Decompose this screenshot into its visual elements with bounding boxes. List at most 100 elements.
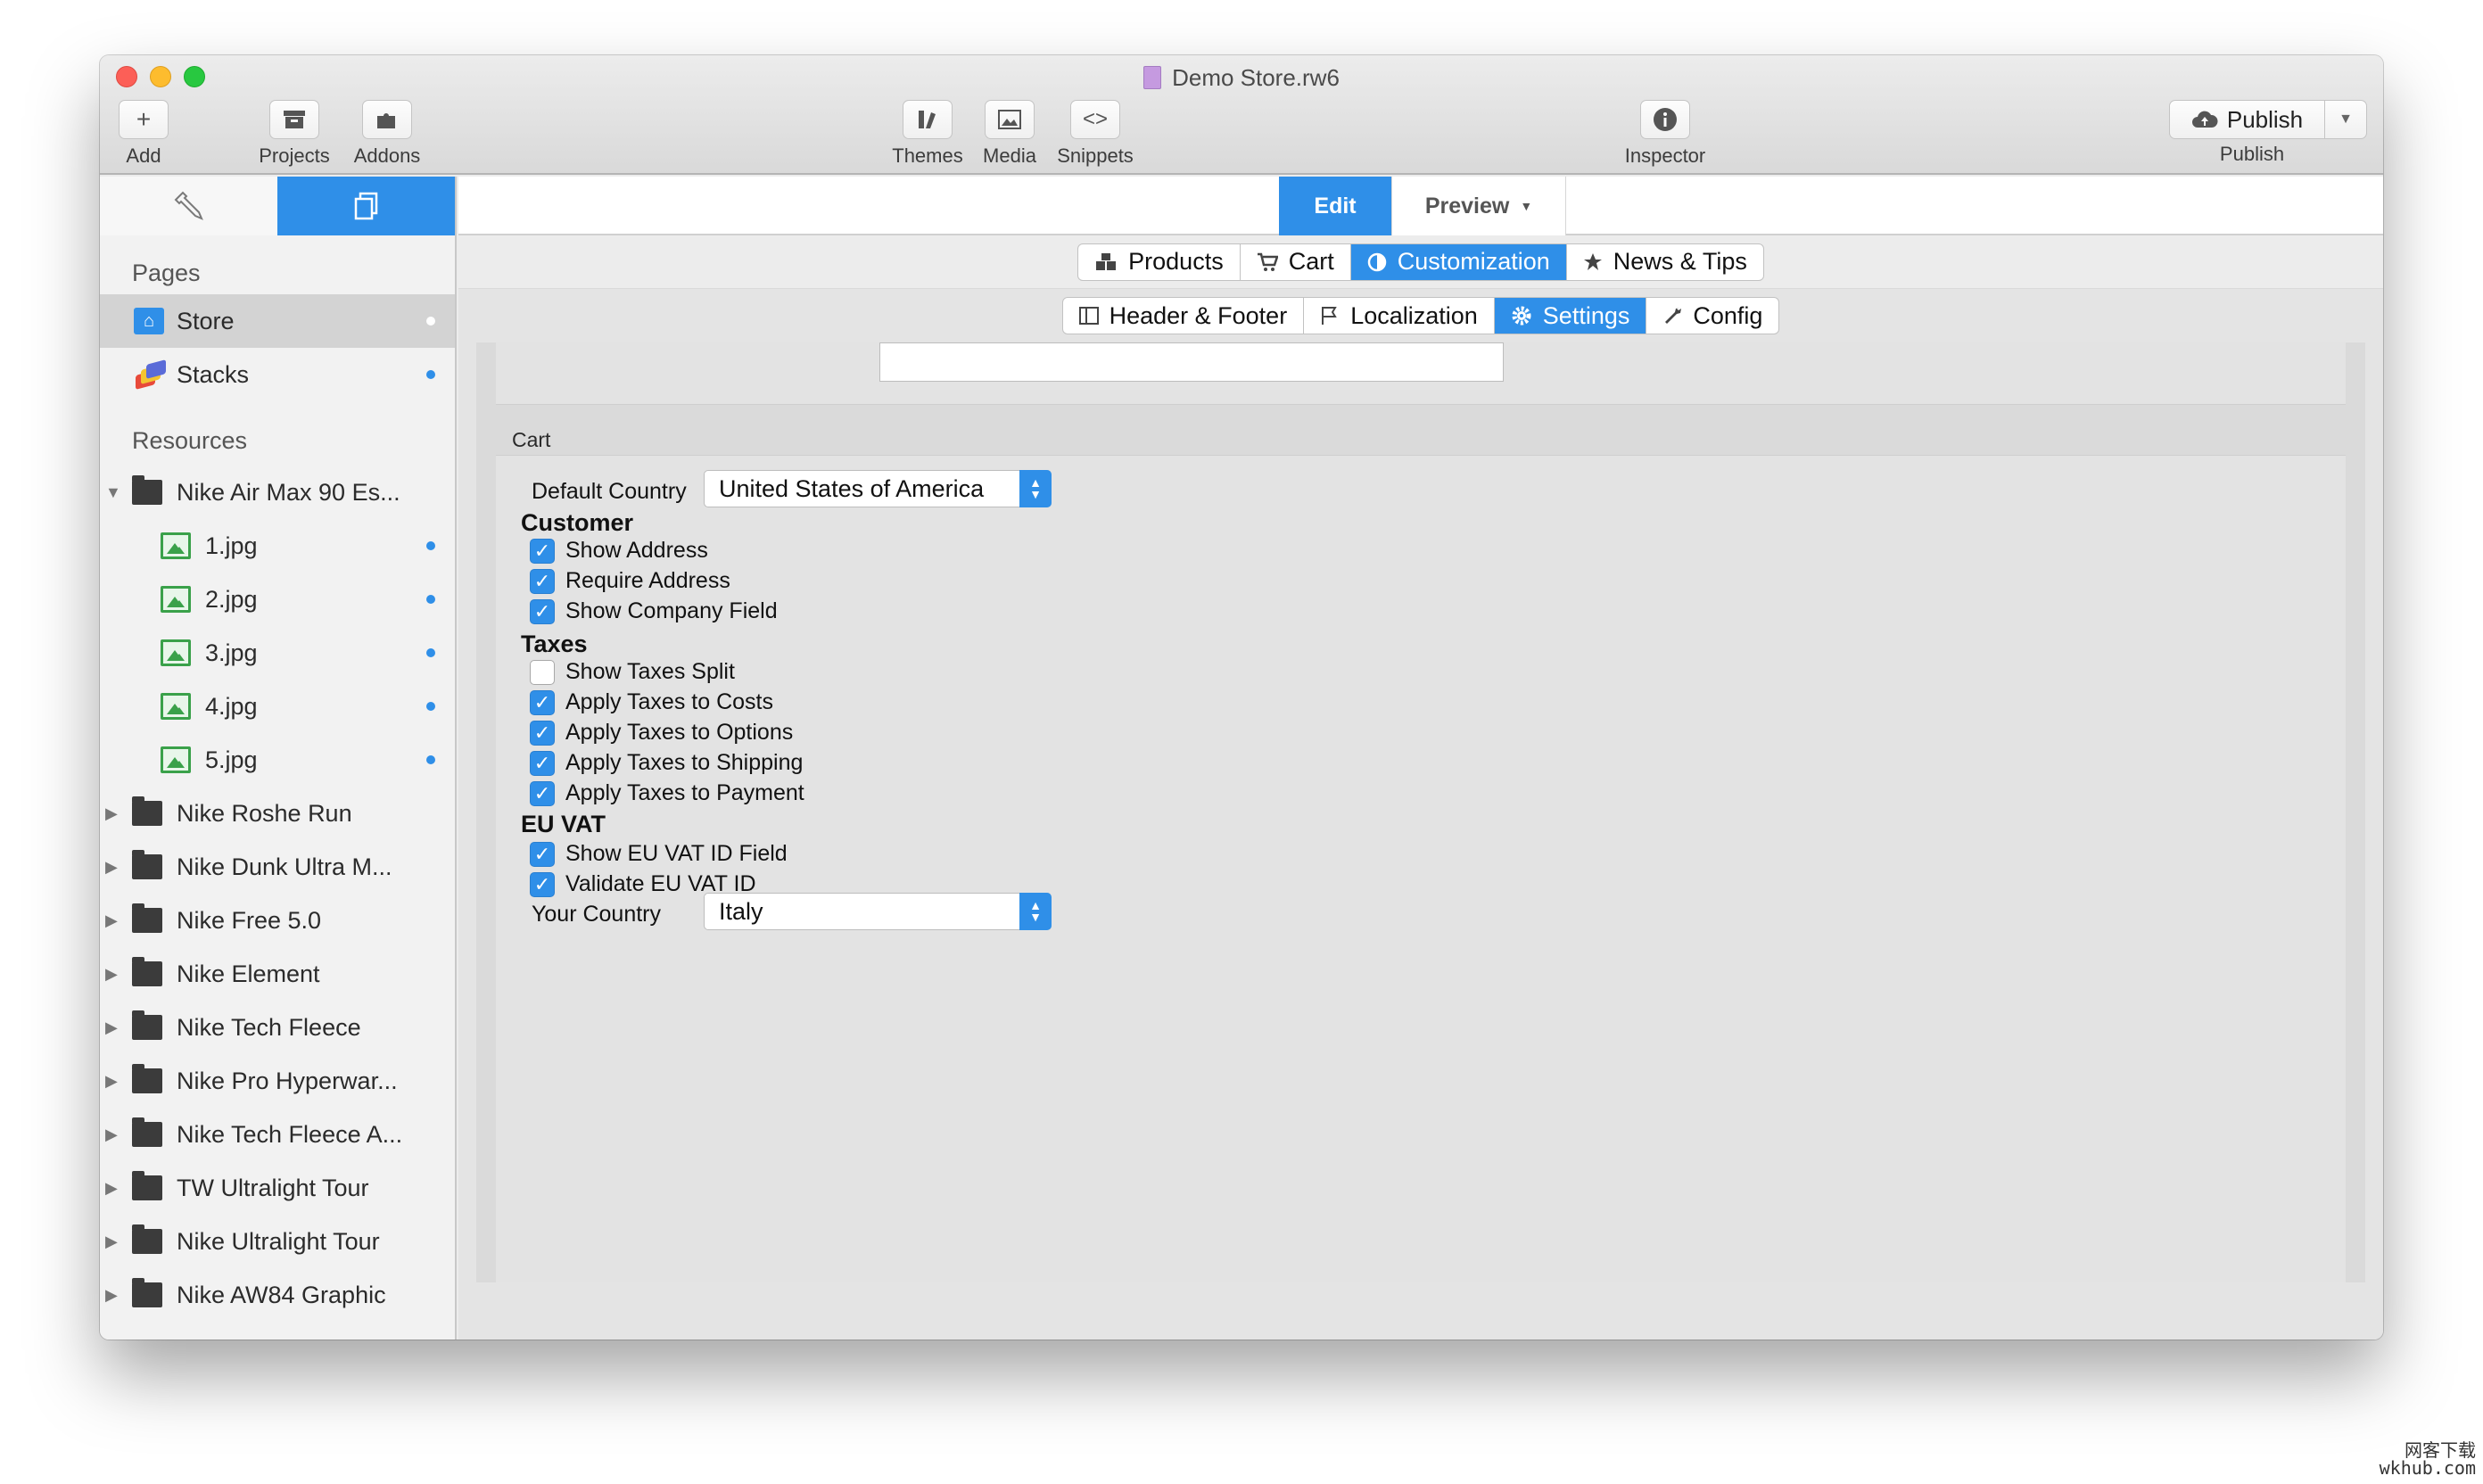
taxes-heading: Taxes — [521, 631, 588, 657]
resource-folder[interactable]: ▶ Nike Tech Fleece — [100, 1001, 455, 1054]
apply-taxes-payment-checkbox[interactable]: ✓ Apply Taxes to Payment — [530, 780, 804, 806]
disclosure-open-icon[interactable]: ▼ — [105, 483, 121, 502]
archive-icon — [269, 100, 319, 139]
preview-mode-button[interactable]: Preview ▼ — [1391, 177, 1566, 235]
tab-products[interactable]: Products — [1078, 243, 1241, 280]
resource-file[interactable]: 4.jpg — [100, 680, 455, 733]
apply-taxes-options-checkbox[interactable]: ✓ Apply Taxes to Options — [530, 720, 793, 746]
eu-vat-heading: EU VAT — [521, 811, 606, 837]
folder-icon — [132, 850, 162, 879]
page-item-stacks[interactable]: Stacks — [100, 348, 455, 401]
flag-icon — [1320, 306, 1340, 326]
window-title: Demo Store.rw6 — [100, 64, 2383, 92]
resource-label: 5.jpg — [205, 746, 258, 773]
disclosure-closed-icon[interactable]: ▶ — [105, 804, 118, 823]
show-eu-vat-field-checkbox[interactable]: ✓ Show EU VAT ID Field — [530, 841, 788, 867]
tab-pages[interactable] — [277, 177, 455, 235]
document-icon — [1143, 66, 1162, 89]
page-item-store[interactable]: ⌂ Store — [100, 294, 455, 348]
publish-button[interactable]: Publish ▼ — [2169, 100, 2367, 139]
checkmark-icon: ✓ — [530, 780, 555, 806]
tab-cart[interactable]: Cart — [1241, 243, 1351, 280]
resource-file[interactable]: 2.jpg — [100, 573, 455, 626]
resource-folder[interactable]: ▶ Nike Roshe Run — [100, 787, 455, 840]
disclosure-closed-icon[interactable]: ▶ — [105, 1233, 118, 1251]
resource-file[interactable]: 5.jpg — [100, 733, 455, 787]
disclosure-closed-icon[interactable]: ▶ — [105, 1072, 118, 1091]
tab-localization[interactable]: Localization — [1304, 298, 1495, 334]
resource-folder[interactable]: ▼ Nike Air Max 90 Es... — [100, 466, 455, 519]
projects-button[interactable]: Projects — [250, 100, 339, 168]
addons-button[interactable]: Addons — [342, 100, 432, 168]
disclosure-closed-icon[interactable]: ▶ — [105, 1125, 118, 1144]
resource-folder[interactable]: ▶ Nike Dunk Ultra M... — [100, 840, 455, 894]
previous-panel — [496, 342, 2346, 405]
tab-config[interactable]: Config — [1646, 298, 1778, 334]
checkmark-icon: ✓ — [530, 538, 555, 564]
add-button[interactable]: + Add — [112, 100, 175, 168]
stacks-icon — [134, 359, 166, 390]
resource-label: 4.jpg — [205, 692, 258, 720]
app-window: Demo Store.rw6 + Add Projects Addons The… — [100, 55, 2383, 1340]
folder-icon — [132, 1224, 162, 1254]
published-indicator — [426, 317, 435, 326]
disclosure-closed-icon[interactable]: ▶ — [105, 1018, 118, 1037]
media-button[interactable]: Media — [972, 100, 1047, 168]
mode-bar: Edit Preview ▼ — [458, 177, 2383, 235]
edit-mode-button[interactable]: Edit — [1279, 177, 1391, 235]
publish-main[interactable]: Publish — [2170, 101, 2325, 138]
tab-header-footer[interactable]: Header & Footer — [1063, 298, 1305, 334]
resource-label: Nike Dunk Ultra M... — [177, 853, 392, 880]
default-country-select[interactable]: United States of America ▲ ▼ — [704, 470, 1052, 507]
tab-site-setup[interactable] — [100, 177, 277, 235]
resource-label: 2.jpg — [205, 585, 258, 613]
themes-button[interactable]: Themes — [885, 100, 970, 168]
show-taxes-split-checkbox[interactable]: Show Taxes Split — [530, 659, 735, 685]
resource-label: Nike Tech Fleece A... — [177, 1120, 403, 1148]
contrast-icon — [1367, 252, 1387, 272]
require-address-checkbox[interactable]: ✓ Require Address — [530, 568, 730, 594]
resource-label: Nike Tech Fleece — [177, 1013, 361, 1041]
image-file-icon — [161, 693, 191, 720]
checkmark-icon: ✓ — [530, 871, 555, 897]
folder-icon — [132, 475, 162, 505]
secondary-tabs-row: Header & Footer Localization Settings Confi… — [458, 289, 2383, 342]
resource-folder[interactable]: ▶ Nike AW84 Graphic — [100, 1268, 455, 1322]
resource-folder[interactable]: ▶ TW Ultralight Tour — [100, 1161, 455, 1215]
cart-icon — [1257, 252, 1278, 272]
tab-customization[interactable]: Customization — [1350, 243, 1567, 280]
resource-file[interactable]: 3.jpg — [100, 626, 455, 680]
resource-folder[interactable]: ▶ Nike Ultralight Tour — [100, 1215, 455, 1268]
cart-section-label: Cart — [512, 428, 551, 451]
inspector-button[interactable]: Inspector — [1605, 100, 1725, 168]
folder-icon — [132, 903, 162, 933]
disclosure-closed-icon[interactable]: ▶ — [105, 911, 118, 930]
resource-folder[interactable]: ▶ Nike Element — [100, 947, 455, 1001]
resource-folder[interactable]: ▶ Nike Pro Hyperwar... — [100, 1054, 455, 1108]
snippets-button[interactable]: <> Snippets — [1049, 100, 1142, 168]
resource-file[interactable]: 1.jpg — [100, 519, 455, 573]
resources-list: ▼ Nike Air Max 90 Es... 1.jpg 2.jpg 3.jpg 4.j… — [100, 466, 455, 1322]
apply-taxes-shipping-checkbox[interactable]: ✓ Apply Taxes to Shipping — [530, 750, 803, 776]
resource-label: TW Ultralight Tour — [177, 1174, 369, 1201]
apply-taxes-costs-checkbox[interactable]: ✓ Apply Taxes to Costs — [530, 689, 773, 715]
disclosure-closed-icon[interactable]: ▶ — [105, 965, 118, 984]
resource-label: 3.jpg — [205, 639, 258, 666]
resource-folder[interactable]: ▶ Nike Free 5.0 — [100, 894, 455, 947]
disclosure-closed-icon[interactable]: ▶ — [105, 1286, 118, 1305]
tab-settings[interactable]: Settings — [1494, 298, 1647, 334]
tab-news-tips[interactable]: News & Tips — [1567, 244, 1763, 280]
your-country-select[interactable]: Italy ▲ ▼ — [704, 893, 1052, 930]
published-indicator — [426, 702, 435, 711]
themes-icon — [903, 100, 953, 139]
disclosure-closed-icon[interactable]: ▶ — [105, 858, 118, 877]
publish-options-chevron-icon[interactable]: ▼ — [2325, 111, 2366, 128]
show-company-field-checkbox[interactable]: ✓ Show Company Field — [530, 598, 778, 624]
checkmark-icon: ✓ — [530, 750, 555, 776]
customer-heading: Customer — [521, 509, 634, 536]
resource-folder[interactable]: ▶ Nike Tech Fleece A... — [100, 1108, 455, 1161]
text-field[interactable] — [879, 342, 1504, 382]
disclosure-closed-icon[interactable]: ▶ — [105, 1179, 118, 1198]
published-indicator — [426, 541, 435, 550]
show-address-checkbox[interactable]: ✓ Show Address — [530, 538, 708, 564]
